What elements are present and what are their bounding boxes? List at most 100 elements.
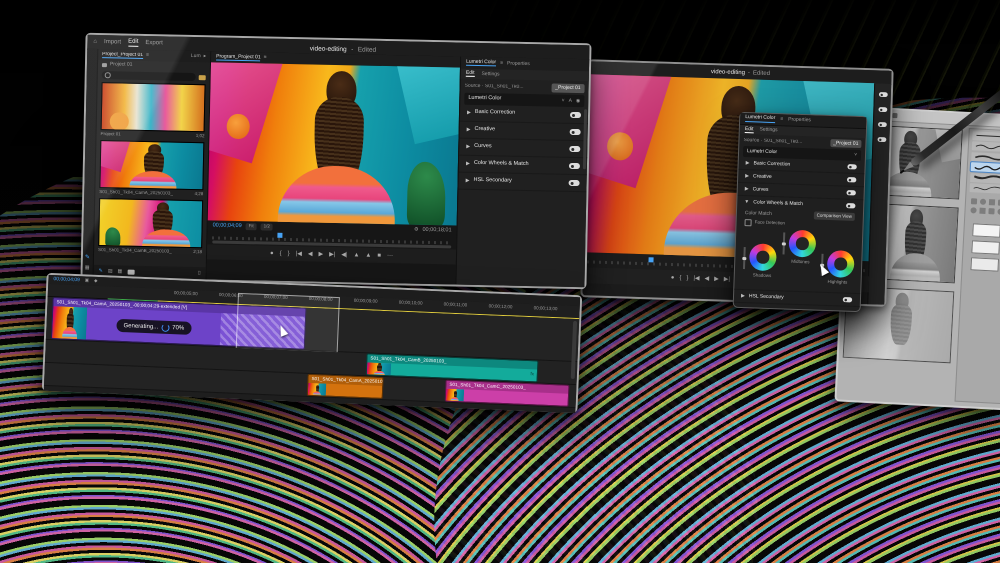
step-forward-icon[interactable]: ▶| [724,277,730,283]
highlights-wheel[interactable] [827,250,855,278]
grid-view-icon[interactable]: ▦ [118,269,123,274]
stroke-style-4-selected[interactable] [971,162,1000,173]
swatch-3[interactable] [970,257,1000,272]
stop-icon[interactable]: ● [270,250,274,256]
tab-properties[interactable]: Properties [788,118,811,124]
go-to-out-icon[interactable]: ◀| [341,252,347,258]
toggle-switch[interactable] [847,164,857,169]
home-icon[interactable]: ⌂ [93,39,97,45]
project-crumb[interactable]: Project 01 [110,62,133,67]
toggle-switch[interactable] [570,112,581,118]
project-item[interactable]: Project 01 1;02 [96,81,209,141]
pen-tool-icon[interactable]: ✎ [85,255,90,261]
midtones-wheel[interactable] [788,230,816,258]
comparison-view-button[interactable]: Comparison View [814,212,855,221]
step-forward-icon[interactable]: ▶| [329,251,335,257]
comparison-icon[interactable]: ⋯ [387,253,393,259]
program-timecode[interactable]: 00;00;04;09 [213,223,242,229]
mark-out-icon[interactable]: } [686,275,688,281]
new-bin-icon[interactable] [127,269,134,274]
toggle-switch[interactable] [878,92,887,97]
project-item[interactable]: S01_Sh01_Tk04_CamB_20250103_ 2;18 [94,197,207,257]
edit-icon[interactable]: ✎ [99,269,103,274]
magnet-icon[interactable]: ◆ [94,279,98,284]
toggle-switch[interactable] [877,122,886,127]
source-project-button[interactable]: _Project 01 [830,139,862,148]
snap-icon[interactable]: ▣ [85,279,89,284]
stop-icon[interactable]: ● [671,275,675,281]
toggle-switch[interactable] [847,177,857,182]
playhead-marker[interactable] [649,257,654,262]
midtones-slider[interactable] [783,232,785,254]
panel-menu-icon[interactable]: ≡ [500,61,503,66]
zoom-select[interactable]: Fit [246,223,257,230]
mark-in-icon[interactable]: { [679,275,681,281]
subtab-settings[interactable]: Settings [759,128,777,134]
wrench-icon[interactable]: ⚙ [414,228,419,233]
step-back-icon[interactable]: ◀ [704,276,709,282]
swatch-1[interactable] [972,223,1000,238]
subtab-settings[interactable]: Settings [481,72,499,77]
trash-icon[interactable]: ▯ [198,271,201,276]
playhead-marker[interactable] [277,233,282,238]
option-icon[interactable] [970,207,976,213]
tab-lumetri-collapsed[interactable]: Lum [191,54,201,59]
section-hsl-secondary[interactable]: ▶HSL Secondary [458,173,586,193]
toggle-switch[interactable] [569,146,580,152]
go-to-in-icon[interactable]: |◀ [296,251,302,257]
toggle-switch[interactable] [843,297,853,302]
stroke-style-5[interactable] [970,173,1000,184]
hand-tool-icon[interactable]: ▦ [85,266,90,271]
eye-icon[interactable]: ◉ [576,99,580,104]
tab-lumetri-color[interactable]: Lumetri Color [466,60,496,67]
option-icon[interactable] [971,198,977,204]
toggle-switch[interactable] [569,180,580,186]
subtab-edit[interactable]: Edit [466,71,475,77]
resolution-select[interactable]: 1/2 [261,224,273,231]
timeline-timecode[interactable]: 00;00;04;09 [53,277,80,283]
panel-menu-icon[interactable]: ≡ [264,55,267,60]
tab-properties[interactable]: Properties [507,61,530,66]
lift-icon[interactable]: ▲ [353,252,359,258]
clip-camC[interactable]: S01_Sh01_Tk04_CamC_20250103_ [446,381,569,406]
option-icon[interactable] [980,198,986,204]
step-back-icon[interactable]: ◀ [308,251,313,257]
menu-import[interactable]: Import [104,39,121,45]
auto-icon[interactable]: A [569,98,572,103]
play-icon[interactable]: ▶ [318,251,323,257]
stroke-style-2[interactable] [972,141,1000,152]
subtab-edit[interactable]: Edit [745,127,754,133]
source-project-button[interactable]: _Project 01 [551,83,584,93]
stroke-style-1[interactable] [972,131,1000,142]
toggle-switch[interactable] [846,203,856,208]
toggle-switch[interactable] [877,137,886,142]
panel-menu-icon[interactable]: ≡ [780,117,783,122]
project-item[interactable]: S01_Sh01_Tk04_CamA_20250103_ 4;28 [95,139,208,199]
toggle-switch[interactable] [569,163,580,169]
search-input[interactable] [102,71,196,81]
extract-icon[interactable]: ▲ [365,252,371,258]
clip-camA[interactable]: S01_Sh01_Tk04_CamA_20250103_ [308,375,383,398]
export-frame-icon[interactable]: ■ [377,252,381,258]
toggle-switch[interactable] [846,190,856,195]
toggle-switch[interactable] [878,107,887,112]
option-icon[interactable] [979,207,985,213]
stroke-style-3[interactable] [971,152,1000,163]
stroke-style-6[interactable] [970,183,1000,194]
list-view-icon[interactable]: ▤ [108,269,113,274]
play-icon[interactable]: ▶ [714,276,719,282]
tab-project[interactable]: Project_Project 01 [102,52,143,59]
option-icon[interactable] [988,208,994,214]
panel-menu-icon[interactable]: ≡ [146,53,149,58]
swatch-2[interactable] [971,240,1000,255]
mark-in-icon[interactable]: { [280,250,282,256]
go-to-in-icon[interactable]: |◀ [693,276,699,282]
tab-lumetri-color[interactable]: Lumetri Color [745,115,775,123]
tab-program[interactable]: Program_Project 01 [216,54,261,61]
face-detection-checkbox[interactable] [744,219,751,226]
shape-tool-icon[interactable] [892,113,897,118]
menu-edit[interactable]: Edit [128,39,139,47]
toggle-switch[interactable] [570,129,581,135]
option-icon[interactable] [989,199,995,205]
new-folder-icon[interactable] [199,75,206,80]
